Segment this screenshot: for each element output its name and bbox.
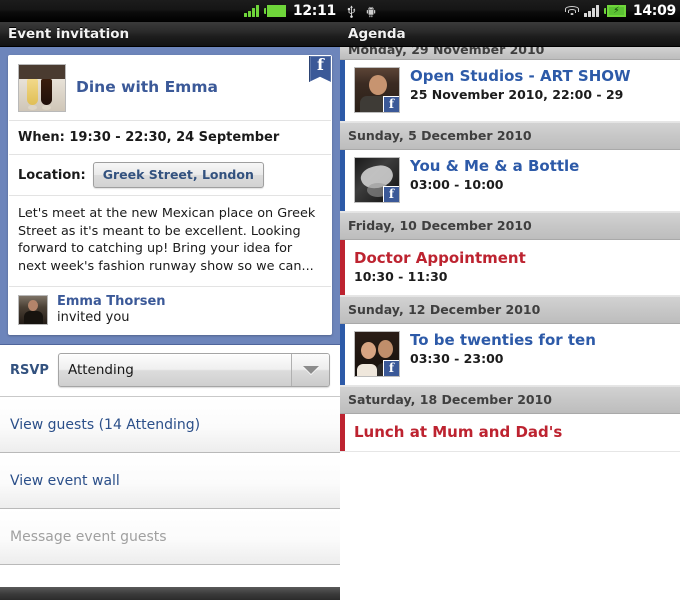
action-message-event-guests: Message event guests <box>0 509 340 566</box>
status-bar-right-icons: 12:11 <box>244 4 336 18</box>
event-photo-thumbnail <box>18 64 66 112</box>
action-label: View guests (14 Attending) <box>10 416 201 433</box>
title-bar-left: Event invitation <box>0 22 340 47</box>
event-title: Dine with Emma <box>76 78 218 97</box>
title-bar-right: Agenda <box>340 22 680 47</box>
agenda-list[interactable]: Monday, 29 November 2010 f Open Studios … <box>340 47 680 452</box>
chevron-down-icon <box>302 366 319 375</box>
agenda-day-label: Monday, 29 November 2010 <box>348 47 545 57</box>
agenda-event-item[interactable]: f Open Studios - ART SHOW 25 November 20… <box>340 60 680 122</box>
event-inviter-row: Emma Thorsen invited you <box>9 285 331 335</box>
event-card[interactable]: f Dine with Emma When: 19:30 - 22:30, 24… <box>8 55 332 336</box>
agenda-event-item[interactable]: f To be twenties for ten 03:30 - 23:00 <box>340 323 680 386</box>
facebook-badge-icon: f <box>383 96 399 112</box>
rsvp-dropdown-button[interactable] <box>291 354 329 387</box>
agenda-day-header: Monday, 29 November 2010 <box>340 47 680 60</box>
dual-screenshot: 12:11 Event invitation f Dine with Emma … <box>0 0 680 600</box>
status-bar-right: ⚡ 14:09 <box>340 0 680 22</box>
battery-charging-icon: ⚡ <box>603 5 626 17</box>
usb-icon <box>347 5 356 18</box>
rsvp-selected-value: Attending <box>67 362 134 379</box>
rsvp-select[interactable]: Attending <box>57 353 330 388</box>
event-title: Open Studios - ART SHOW <box>410 67 631 85</box>
event-when: When: 19:30 - 22:30, 24 September <box>9 120 331 154</box>
event-time: 25 November 2010, 22:00 - 29 <box>410 87 624 102</box>
action-label: Message event guests <box>10 528 167 545</box>
rsvp-row: RSVP Attending <box>0 345 340 398</box>
event-invitation-screen: 12:11 Event invitation f Dine with Emma … <box>0 0 340 600</box>
event-time: 10:30 - 11:30 <box>354 269 448 284</box>
event-body: f You & Me & a Bottle 03:00 - 10:00 <box>345 150 680 211</box>
event-text: Lunch at Mum and Dad's <box>354 423 672 441</box>
action-label: View event wall <box>10 472 120 489</box>
facebook-badge-icon: f <box>383 186 399 202</box>
event-text: Doctor Appointment 10:30 - 11:30 <box>354 249 672 285</box>
event-thumbnail: f <box>354 330 400 377</box>
agenda-day-header: Sunday, 5 December 2010 <box>340 122 680 150</box>
inviter-text: Emma Thorsen invited you <box>57 294 166 327</box>
agenda-day-label: Friday, 10 December 2010 <box>348 218 532 233</box>
inviter-avatar <box>18 294 48 325</box>
event-card-header: Dine with Emma <box>9 56 331 120</box>
battery-icon <box>263 5 286 17</box>
agenda-event-item[interactable]: Lunch at Mum and Dad's <box>340 413 680 452</box>
event-title: Doctor Appointment <box>354 249 526 267</box>
event-text: To be twenties for ten 03:30 - 23:00 <box>410 331 672 367</box>
inviter-action: invited you <box>57 309 130 325</box>
event-description: Let's meet at the new Mexican place on G… <box>9 195 331 286</box>
agenda-screen: ⚡ 14:09 Agenda Monday, 29 November 2010 … <box>340 0 680 600</box>
rsvp-label: RSVP <box>10 362 49 378</box>
agenda-event-item[interactable]: Doctor Appointment 10:30 - 11:30 <box>340 240 680 296</box>
event-thumbnail: f <box>354 67 400 113</box>
event-text: Open Studios - ART SHOW 25 November 2010… <box>410 67 672 103</box>
event-title: To be twenties for ten <box>410 330 596 349</box>
event-location-row: Location: Greek Street, London <box>9 154 331 195</box>
agenda-event-item[interactable]: f You & Me & a Bottle 03:00 - 10:00 <box>340 150 680 212</box>
agenda-day-label: Sunday, 5 December 2010 <box>348 128 532 143</box>
status-bar-left: 12:11 <box>0 0 340 22</box>
event-time: 03:30 - 23:00 <box>410 350 504 366</box>
location-label: Location: <box>18 167 86 183</box>
event-card-container: f Dine with Emma When: 19:30 - 22:30, 24… <box>0 47 340 346</box>
agenda-day-header: Friday, 10 December 2010 <box>340 212 680 240</box>
page-title: Event invitation <box>8 26 130 42</box>
event-body: Lunch at Mum and Dad's <box>345 414 680 451</box>
agenda-day-label: Sunday, 12 December 2010 <box>348 301 541 317</box>
status-bar-clock: 12:11 <box>292 3 336 19</box>
signal-bars-icon <box>584 5 599 17</box>
inviter-name[interactable]: Emma Thorsen <box>57 294 166 310</box>
event-body: f To be twenties for ten 03:30 - 23:00 <box>345 324 680 385</box>
event-body: f Open Studios - ART SHOW 25 November 20… <box>345 60 680 121</box>
wifi-icon <box>565 5 580 17</box>
event-body: Doctor Appointment 10:30 - 11:30 <box>345 240 680 295</box>
action-view-event-wall[interactable]: View event wall <box>0 453 340 510</box>
status-bar-system-icons: ⚡ 14:09 <box>565 4 676 18</box>
location-button[interactable]: Greek Street, London <box>92 162 264 188</box>
status-bar-notification-icons <box>345 5 378 18</box>
agenda-day-label: Saturday, 18 December 2010 <box>348 391 552 407</box>
event-text: You & Me & a Bottle 03:00 - 10:00 <box>410 157 672 193</box>
bottom-bar <box>0 587 340 600</box>
action-view-guests[interactable]: View guests (14 Attending) <box>0 397 340 454</box>
agenda-day-header: Saturday, 18 December 2010 <box>340 385 680 414</box>
event-time: 03:00 - 10:00 <box>410 177 504 192</box>
signal-bars-icon <box>244 5 259 17</box>
status-bar-clock: 14:09 <box>632 3 676 19</box>
event-title: You & Me & a Bottle <box>410 157 580 175</box>
android-icon <box>366 6 376 17</box>
agenda-day-header: Sunday, 12 December 2010 <box>340 295 680 324</box>
page-title: Agenda <box>348 26 406 42</box>
event-thumbnail: f <box>354 157 400 203</box>
event-title: Lunch at Mum and Dad's <box>354 422 563 441</box>
facebook-badge-icon: f <box>383 359 399 376</box>
